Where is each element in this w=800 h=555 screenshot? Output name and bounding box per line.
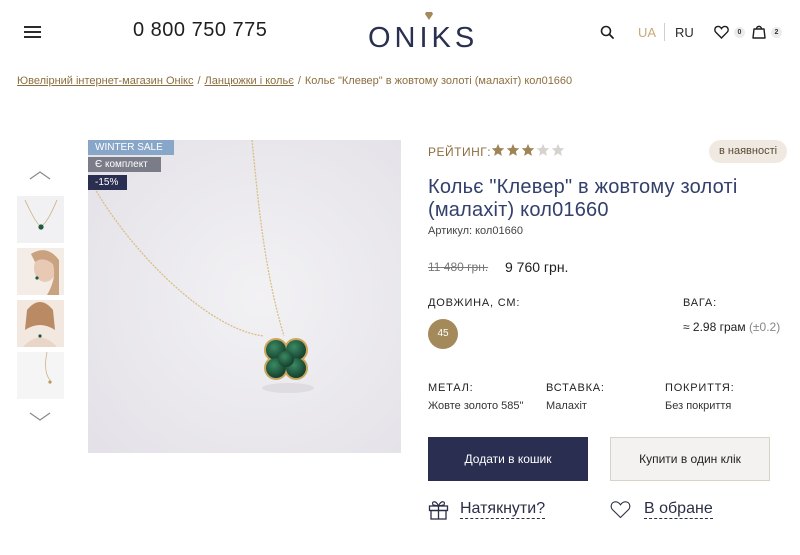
rating-label: РЕЙТИНГ: <box>428 145 492 159</box>
spec-coating-label: ПОКРИТТЯ: <box>665 382 735 394</box>
thumbnail-1[interactable] <box>17 196 64 243</box>
star-icon[interactable] <box>491 143 505 157</box>
set-available-tag: Є комплект <box>88 157 161 172</box>
heart-icon[interactable] <box>610 500 631 519</box>
weight-label: ВАГА: <box>683 297 717 309</box>
thumbnail-necklace-image <box>24 199 58 230</box>
product-title: Кольє "Клевер" в жовтому золоті (малахіт… <box>428 176 738 221</box>
product-main-image[interactable] <box>88 140 401 453</box>
breadcrumb: Ювелірний інтернет-магазин Онікс / Ланцюжк… <box>17 75 572 87</box>
bag-icon[interactable] <box>752 24 766 39</box>
gift-icon[interactable] <box>428 499 449 520</box>
favorites-count-badge: 0 <box>734 27 745 38</box>
star-icon[interactable] <box>551 143 565 157</box>
breadcrumb-home[interactable]: Ювелірний інтернет-магазин Онікс <box>17 75 193 87</box>
current-price: 9 760 грн. <box>505 259 569 275</box>
hint-link[interactable]: Натякнути? <box>460 500 546 519</box>
buy-one-click-button[interactable]: Купити в один клік <box>610 437 770 481</box>
thumbnail-4[interactable] <box>17 352 64 399</box>
site-header: 0 800 750 775 ONIKS UA RU 0 2 <box>0 0 800 64</box>
lang-ua[interactable]: UA <box>638 25 656 40</box>
spec-insert-value: Малахіт <box>546 400 587 412</box>
length-label: ДОВЖИНА, СМ: <box>428 297 521 309</box>
length-option-45[interactable]: 45 <box>428 319 458 349</box>
search-icon[interactable] <box>600 25 614 39</box>
spec-insert-label: ВСТАВКА: <box>546 382 605 394</box>
logo-text: ONIKS <box>368 22 479 54</box>
add-to-cart-button[interactable]: Додати в кошик <box>428 437 588 481</box>
weight-value: ≈ 2.98 грам (±0.2) <box>683 320 780 334</box>
chevron-up-icon[interactable] <box>29 170 51 180</box>
star-icon[interactable] <box>521 143 535 157</box>
breadcrumb-current: Кольє "Клевер" в жовтому золоті (малахіт… <box>304 75 573 87</box>
logo[interactable]: ONIKS <box>368 12 500 54</box>
winter-sale-tag: WINTER SALE <box>88 140 174 155</box>
lang-divider <box>664 23 665 41</box>
star-icon[interactable] <box>536 143 550 157</box>
thumbnail-model-image <box>23 302 57 347</box>
spec-coating-value: Без покриття <box>665 400 732 412</box>
rating-stars[interactable] <box>491 143 566 159</box>
logo-gem-icon <box>425 12 433 20</box>
add-to-favorites-link[interactable]: В обране <box>644 500 713 519</box>
breadcrumb-separator: / <box>297 75 301 87</box>
necklace-photo <box>88 140 401 453</box>
breadcrumb-separator: / <box>197 75 201 87</box>
chevron-down-icon[interactable] <box>29 412 51 422</box>
heart-icon[interactable] <box>714 25 729 39</box>
weight-tolerance: (±0.2) <box>748 320 781 334</box>
thumbnail-model-image <box>31 250 59 295</box>
product-sku: Артикул: кол01660 <box>428 225 523 237</box>
spec-metal-label: МЕТАЛ: <box>428 382 474 394</box>
menu-icon[interactable] <box>24 26 41 38</box>
phone-number[interactable]: 0 800 750 775 <box>133 19 267 42</box>
breadcrumb-category[interactable]: Ланцюжки і кольє <box>205 75 294 87</box>
spec-metal-value: Жовте золото 585" <box>428 400 524 412</box>
cart-count-badge: 2 <box>771 27 782 38</box>
stock-badge: в наявності <box>709 140 788 163</box>
thumbnail-2[interactable] <box>17 248 64 295</box>
discount-tag: -15% <box>88 175 127 190</box>
lang-ru[interactable]: RU <box>675 25 694 40</box>
star-icon[interactable] <box>506 143 520 157</box>
thumbnail-3[interactable] <box>17 300 64 347</box>
old-price: 11 480 грн. <box>428 260 489 274</box>
thumbnail-pendant-image <box>45 352 52 384</box>
weight-amount: ≈ 2.98 грам <box>683 320 746 334</box>
